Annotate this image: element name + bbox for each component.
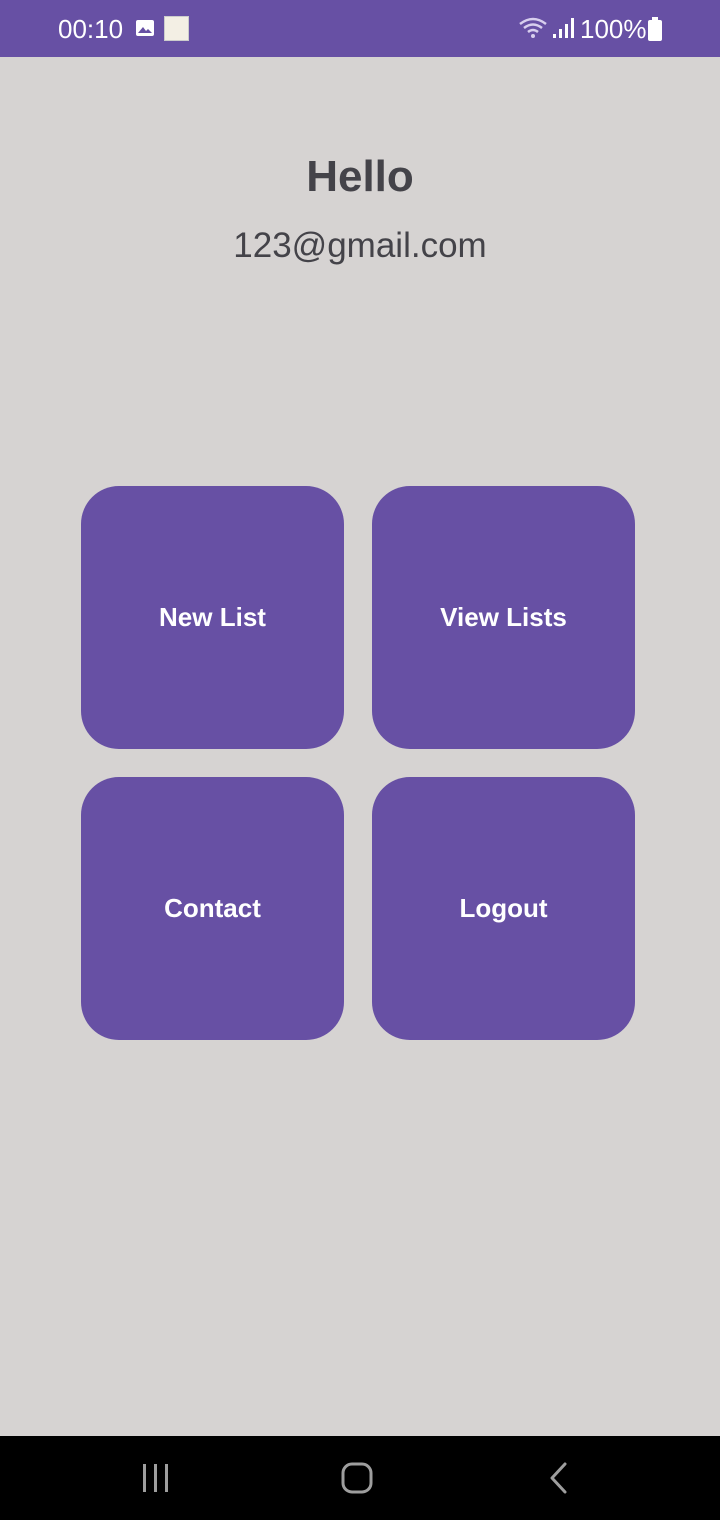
recents-icon[interactable] xyxy=(132,1456,180,1500)
user-email: 123@gmail.com xyxy=(233,226,487,265)
back-icon[interactable] xyxy=(535,1456,583,1500)
view-lists-label: View Lists xyxy=(440,602,567,632)
wifi-icon xyxy=(519,17,547,38)
logout-button[interactable]: Logout xyxy=(372,777,635,1040)
status-time: 00:10 xyxy=(58,14,124,44)
contact-button[interactable]: Contact xyxy=(81,777,344,1040)
home-screen: 00:10 100% Hello 123@gmail.com New List … xyxy=(0,0,720,1520)
battery-percent: 100% xyxy=(580,14,647,44)
app-notification-icon xyxy=(164,16,189,41)
battery-icon xyxy=(648,17,662,41)
image-icon xyxy=(136,20,154,36)
navigation-bar xyxy=(0,1436,720,1520)
signal-icon xyxy=(553,18,574,38)
greeting-title: Hello xyxy=(306,152,414,201)
status-bar: 00:10 100% xyxy=(0,0,720,57)
new-list-label: New List xyxy=(159,602,266,632)
contact-label: Contact xyxy=(164,893,261,923)
logout-label: Logout xyxy=(459,893,548,923)
home-icon[interactable] xyxy=(333,1456,381,1500)
new-list-button[interactable]: New List xyxy=(81,486,344,749)
view-lists-button[interactable]: View Lists xyxy=(372,486,635,749)
